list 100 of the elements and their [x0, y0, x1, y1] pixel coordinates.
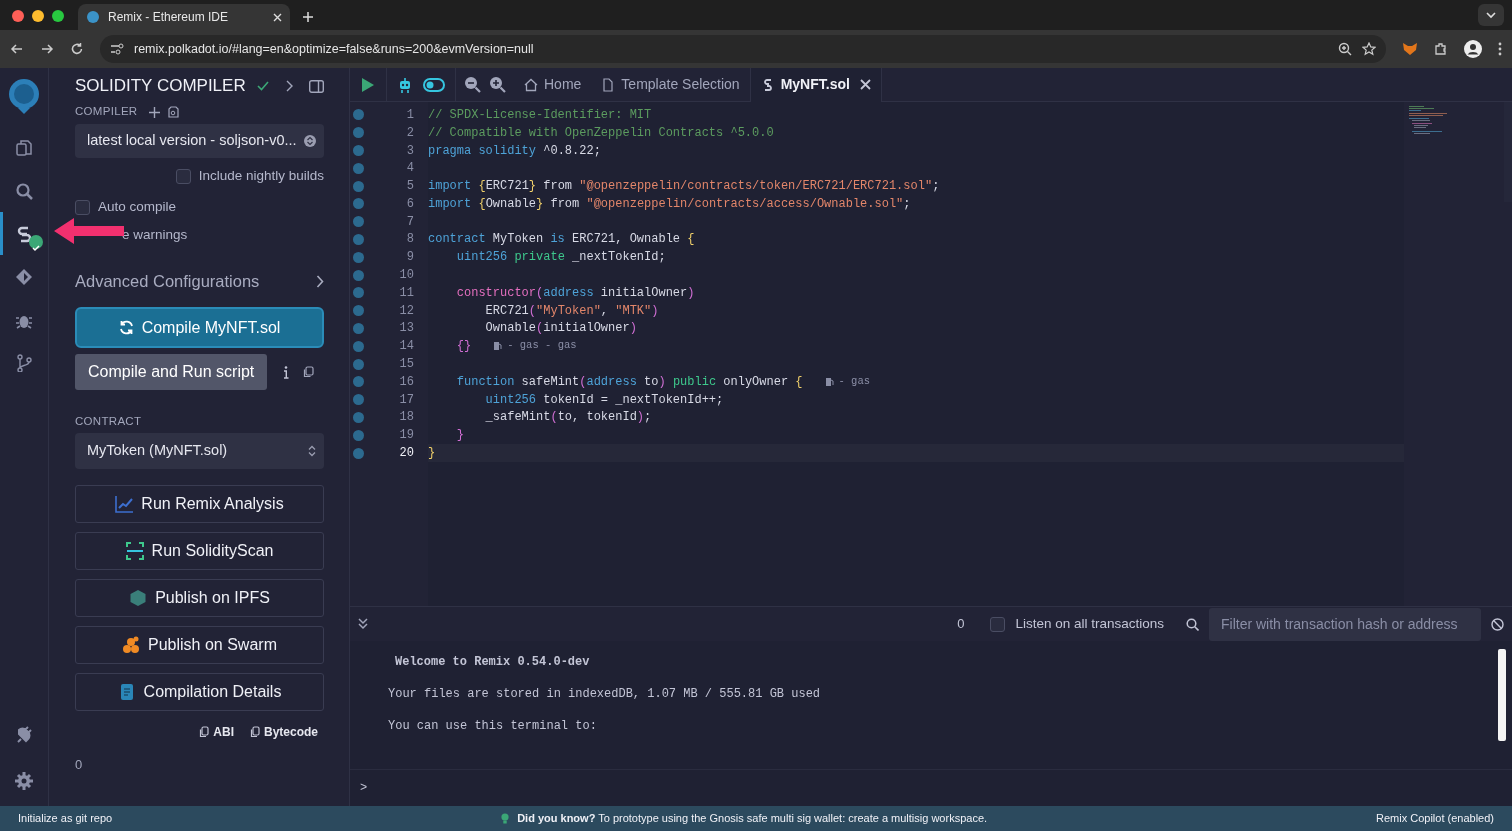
- copy-link[interactable]: ABI: [199, 723, 234, 742]
- compiler-version-select[interactable]: latest local version - soljson-v0...: [75, 124, 324, 158]
- search-icon[interactable]: [1186, 617, 1199, 631]
- line-number: 15: [398, 356, 414, 374]
- new-tab-icon[interactable]: [302, 11, 314, 23]
- breakpoint-dot[interactable]: [353, 269, 364, 281]
- breakpoint-dot[interactable]: [353, 447, 364, 459]
- filter-field[interactable]: Filter with transaction hash or address: [1209, 607, 1481, 641]
- breakpoint-dot[interactable]: [353, 251, 364, 263]
- action-button[interactable]: Publish on Swarm: [75, 626, 324, 665]
- panel-title: SOLIDITY COMPILER: [75, 75, 246, 98]
- breakpoint-dot[interactable]: [353, 287, 364, 299]
- close-window-button[interactable]: [12, 10, 24, 22]
- line-number: 19: [398, 427, 414, 445]
- menu-icon[interactable]: [1498, 42, 1502, 56]
- panel-toggle-icon[interactable]: [309, 79, 324, 93]
- code-line: uint256 tokenId = _nextTokenId++;: [484, 391, 724, 409]
- collapse-icon[interactable]: [358, 618, 368, 630]
- file-link-icon[interactable]: [168, 106, 180, 118]
- copy-icon: [249, 726, 260, 739]
- extensions-icon[interactable]: [1434, 42, 1448, 56]
- checkbox[interactable]: [75, 199, 90, 215]
- compile-button[interactable]: Compile MyNFT.sol: [75, 307, 324, 348]
- advanced-configurations-toggle[interactable]: Advanced Configurations: [75, 268, 260, 294]
- checkbox[interactable]: [175, 168, 191, 184]
- zoom-icon[interactable]: [1338, 42, 1352, 56]
- breakpoint-dot[interactable]: [353, 394, 364, 406]
- code-line: constructor(address initialOwner): [455, 284, 695, 302]
- clear-icon[interactable]: [1491, 617, 1504, 631]
- code-line: pragma solidity ^0.8.22;: [428, 142, 601, 160]
- action-button[interactable]: Run Remix Analysis: [75, 485, 324, 524]
- zoom-window-button[interactable]: [52, 10, 64, 22]
- reload-icon[interactable]: [70, 42, 84, 56]
- line-number: 10: [398, 267, 414, 285]
- git-init-link[interactable]: Initialize as git repo: [18, 810, 113, 827]
- close-tab-icon[interactable]: [859, 79, 871, 90]
- info-icon[interactable]: [283, 365, 290, 379]
- toggle-icon[interactable]: [423, 77, 445, 92]
- zoom-in-icon[interactable]: [489, 76, 506, 93]
- minimize-window-button[interactable]: [32, 10, 44, 22]
- breakpoint-dot[interactable]: [353, 358, 364, 370]
- editor-tab[interactable]: MyNFT.sol: [749, 67, 882, 102]
- star-icon[interactable]: [1362, 42, 1376, 56]
- breakpoint-dot[interactable]: [353, 340, 364, 352]
- breakpoint-dot[interactable]: [353, 216, 364, 228]
- action-button[interactable]: Run SolidityScan: [75, 532, 324, 571]
- terminal-line: Your files are stored in indexedDB, 1.07 MB / 555.81 GB used: [388, 686, 821, 703]
- breakpoint-dot[interactable]: [353, 162, 364, 174]
- checkbox-label[interactable]: Auto compile: [98, 196, 177, 218]
- action-button[interactable]: Compilation Details: [75, 673, 324, 712]
- line-number: 11: [398, 284, 414, 302]
- address-bar[interactable]: remix.polkadot.io/#lang=en&optimize=false&runs=200&evmVersion=null: [100, 35, 1386, 63]
- chevron-right-icon[interactable]: [285, 80, 293, 92]
- copilot-status[interactable]: Remix Copilot (enabled): [1376, 810, 1494, 827]
- code-line: function safeMint(address to) public onlyOwner {: [455, 373, 803, 391]
- profile-icon[interactable]: [1464, 40, 1482, 58]
- zoom-out-icon[interactable]: [464, 76, 481, 93]
- plus-icon[interactable]: [149, 106, 161, 118]
- checkbox-label[interactable]: Include nightly builds: [198, 165, 324, 187]
- home-icon: [524, 77, 538, 92]
- line-number: 12: [398, 302, 414, 320]
- editor-tab[interactable]: Template Selection: [591, 67, 750, 102]
- breakpoint-dot[interactable]: [353, 429, 364, 441]
- line-number: 9: [405, 249, 414, 267]
- code-line: uint256 private _nextTokenId;: [455, 249, 666, 267]
- breakpoint-dot[interactable]: [353, 322, 364, 334]
- line-number: 13: [398, 320, 414, 338]
- breakpoint-dot[interactable]: [353, 180, 364, 192]
- checkbox-label[interactable]: Listen on all transactions: [1015, 613, 1164, 635]
- editor-tab[interactable]: Home: [514, 67, 592, 102]
- browser-tab[interactable]: Remix - Ethereum IDE: [78, 4, 290, 30]
- logo-icon: [86, 10, 100, 24]
- breakpoint-dot[interactable]: [353, 376, 364, 388]
- copy-icon[interactable]: [303, 366, 315, 378]
- terminal-prompt[interactable]: >: [360, 779, 368, 797]
- action-button[interactable]: Publish on IPFS: [75, 579, 324, 618]
- run-icon[interactable]: [362, 77, 374, 92]
- breakpoint-dot[interactable]: [353, 411, 364, 423]
- chevron-right-icon[interactable]: [316, 274, 324, 288]
- compile-and-run-button[interactable]: Compile and Run script: [75, 354, 268, 390]
- fox-extension-icon[interactable]: [1402, 42, 1418, 56]
- contract-select[interactable]: MyToken (MyNFT.sol): [75, 433, 324, 470]
- site-settings-icon[interactable]: [110, 43, 124, 55]
- breakpoint-dot[interactable]: [353, 305, 364, 317]
- breakpoint-dot[interactable]: [353, 145, 364, 156]
- breakpoint-dot[interactable]: [353, 233, 364, 245]
- checkbox[interactable]: [990, 616, 1006, 632]
- line-number: 8: [405, 231, 414, 249]
- forward-icon[interactable]: [40, 42, 54, 56]
- robot-icon[interactable]: [397, 76, 413, 93]
- code-line: ERC721("MyToken", "MTK"): [484, 302, 659, 320]
- copy-link[interactable]: Bytecode: [249, 723, 318, 742]
- close-tab-icon[interactable]: [273, 12, 282, 22]
- code-line: contract MyToken is ERC721, Ownable {: [428, 231, 695, 249]
- back-icon[interactable]: [10, 42, 24, 56]
- breakpoint-dot[interactable]: [353, 109, 364, 121]
- breakpoint-dot[interactable]: [353, 127, 364, 139]
- copy-icon: [199, 726, 210, 739]
- breakpoint-dot[interactable]: [353, 198, 364, 210]
- tab-list-icon[interactable]: [1478, 4, 1504, 26]
